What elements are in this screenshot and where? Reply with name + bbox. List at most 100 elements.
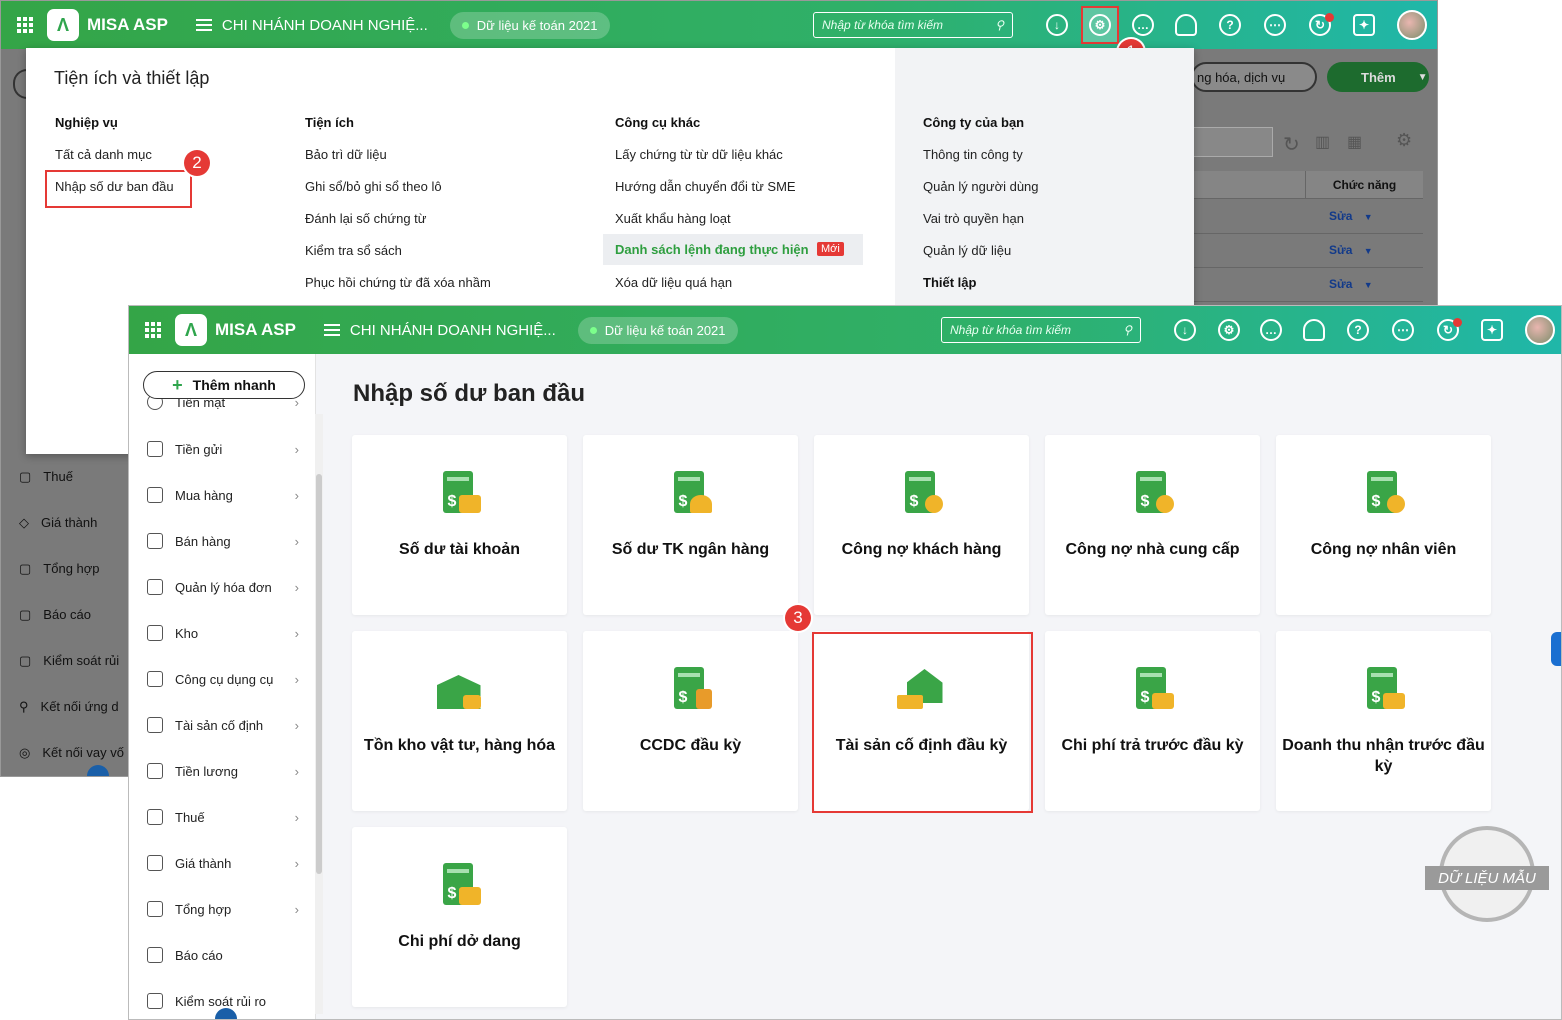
menu-item[interactable]: Ghi sổ/bỏ ghi sổ theo lô [305,179,442,194]
menu-item[interactable]: Kiểm tra sổ sách [305,243,402,258]
page-title: Nhập số dư ban đầu [353,380,586,407]
sidebar-item-fixed-assets[interactable]: Tài sản cố định › [147,717,299,733]
sidebar-item-warehouse[interactable]: Kho › [147,625,299,641]
help-icon[interactable]: ? [1219,14,1241,36]
menu-item[interactable]: Xóa dữ liệu quá hạn [615,275,732,290]
quick-add-button[interactable]: + Thêm nhanh [143,371,305,399]
gear-icon[interactable]: ⚙ [1218,319,1240,341]
refresh-icon[interactable]: ↻ [1283,132,1300,157]
sidebar-item-sales[interactable]: Bán hàng › [147,533,299,549]
sidebar: + Thêm nhanh Tiền mặt › Tiền gửi › Mua hàng… [129,354,323,1019]
bulb-icon[interactable]: ✦ [1481,319,1503,341]
branch-name[interactable]: CHI NHÁNH DOANH NGHIỆ... [350,322,556,339]
col-header-settings: Thiết lập [923,275,977,290]
menu-item[interactable]: Phục hồi chứng từ đã xóa nhầm [305,275,491,290]
dropdown-title: Tiện ích và thiết lập [54,68,210,88]
scroll-up-icon[interactable] [215,1008,237,1019]
back-sidebar-item[interactable]: ▢ Tổng hợp [19,561,100,577]
sidebar-scrollbar[interactable] [315,414,323,1014]
scroll-up-icon[interactable] [87,765,109,776]
edit-link[interactable]: Sửa ▼ [1329,243,1373,257]
edit-link[interactable]: Sửa ▼ [1329,277,1373,291]
chat-icon[interactable]: … [1260,319,1282,341]
search-input[interactable]: Nhập từ khóa tìm kiếm ⚲ [813,12,1013,38]
menu-item[interactable]: Đánh lại số chứng từ [305,211,426,226]
sidebar-item-payroll[interactable]: Tiền lương › [147,763,299,779]
data-year-pill[interactable]: Dữ liệu kế toán 2021 [577,316,738,344]
menu-item[interactable]: Thông tin công ty [923,147,1023,162]
back-sidebar-item[interactable]: ▢ Báo cáo [19,607,91,623]
card-wip-cost[interactable]: Chi phí dở dang [352,827,567,1007]
download-icon[interactable]: ↓ [1046,14,1068,36]
menu-item[interactable]: Quản lý người dùng [923,179,1039,194]
card-account-balance[interactable]: Số dư tài khoản [352,435,567,615]
menu-item-running-jobs[interactable]: Danh sách lệnh đang thực hiện Mới [603,234,863,265]
edit-link[interactable]: Sửa ▼ [1329,209,1373,223]
chevron-right-icon: › [294,763,299,779]
apps-grid-icon[interactable] [145,322,161,338]
misa-logo-icon: Λ [47,9,79,41]
bulb-icon[interactable]: ✦ [1353,14,1375,36]
barcode-icon[interactable]: ▥ [1315,132,1330,152]
sidebar-item-reports[interactable]: Báo cáo [147,947,299,963]
sidebar-item-tools[interactable]: Công cụ dụng cụ › [147,671,299,687]
sidebar-item-deposits[interactable]: Tiền gửi › [147,441,299,457]
bell-icon[interactable] [1175,14,1197,36]
data-year-pill[interactable]: Dữ liệu kế toán 2021 [449,11,610,39]
sidebar-item-invoices[interactable]: Quản lý hóa đơn › [147,579,299,595]
back-sidebar-item[interactable]: ▢ Thuế [19,469,73,485]
apps-grid-icon[interactable] [17,17,33,33]
back-sidebar-item[interactable]: ▢ Kiểm soát rủi [19,653,119,669]
app-logo[interactable]: Λ MISA ASP [175,314,296,346]
sidebar-item-purchase[interactable]: Mua hàng › [147,487,299,503]
card-employee-debt[interactable]: Công nợ nhân viên [1276,435,1491,615]
table-settings-icon[interactable]: ⚙ [1396,130,1412,151]
chat-icon[interactable]: … [1132,14,1154,36]
table-header-function: Chức năng [1305,171,1423,199]
excel-icon[interactable]: ▦ [1347,132,1362,152]
employee-icon [1359,471,1409,517]
download-icon[interactable]: ↓ [1174,319,1196,341]
back-sidebar-item[interactable]: ◇ Giá thành [19,515,97,531]
card-inventory[interactable]: Tồn kho vật tư, hàng hóa [352,631,567,811]
sidebar-item-summary[interactable]: Tổng hợp › [147,901,299,917]
menu-item[interactable]: Bảo trì dữ liệu [305,147,387,162]
bell-icon[interactable] [1303,319,1325,341]
card-prepaid-expense[interactable]: Chi phí trả trước đầu kỳ [1045,631,1260,811]
back-sidebar-item[interactable]: ◎ Kết nối vay vố [19,745,124,761]
card-unearned-revenue[interactable]: Doanh thu nhận trước đầu kỳ [1276,631,1491,811]
help-icon[interactable]: ? [1347,319,1369,341]
sidebar-item-risk[interactable]: Kiểm soát rủi ro [147,993,299,1009]
menu-item[interactable]: Xuất khẩu hàng loạt [615,211,731,226]
card-customer-debt[interactable]: Công nợ khách hàng [814,435,1029,615]
back-filter-input[interactable] [1191,127,1273,157]
settings-button[interactable]: ⚙ [1081,6,1119,44]
avatar[interactable] [1397,10,1427,40]
sidebar-item-tax[interactable]: Thuế › [147,809,299,825]
app-logo[interactable]: Λ MISA ASP [47,9,168,41]
back-sidebar-item[interactable]: ⚲ Kết nối ứng d [19,699,119,715]
menu-item[interactable]: Hướng dẫn chuyển đổi từ SME [615,179,796,194]
card-bank-balance[interactable]: Số dư TK ngân hàng [583,435,798,615]
card-supplier-debt[interactable]: Công nợ nhà cung cấp [1045,435,1260,615]
back-add-button[interactable]: Thêm ▼ [1327,62,1429,92]
menu-item[interactable]: Quản lý dữ liệu [923,243,1011,258]
report-icon [147,947,163,963]
menu-item-opening-balance[interactable]: Nhập số dư ban đầu [55,179,174,194]
menu-icon[interactable] [323,321,340,339]
car-icon [147,717,163,733]
menu-item[interactable]: Lấy chứng từ từ dữ liệu khác [615,147,783,162]
menu-item-all-categories[interactable]: Tất cả danh mục [55,147,152,162]
menu-icon[interactable] [195,16,212,34]
more-icon[interactable]: ⋯ [1264,14,1286,36]
search-input[interactable]: Nhập từ khóa tìm kiếm ⚲ [941,317,1141,343]
wip-cost-icon [435,863,485,909]
sidebar-item-cost[interactable]: Giá thành › [147,855,299,871]
card-tools-opening[interactable]: CCDC đầu kỳ [583,631,798,811]
back-product-button[interactable]: ng hóa, dịch vụ [1191,62,1317,92]
avatar[interactable] [1525,315,1555,345]
branch-name[interactable]: CHI NHÁNH DOANH NGHIỆ... [222,17,428,34]
menu-item[interactable]: Vai trò quyền hạn [923,211,1024,226]
more-icon[interactable]: ⋯ [1392,319,1414,341]
side-toggle-tab[interactable] [1551,632,1561,666]
